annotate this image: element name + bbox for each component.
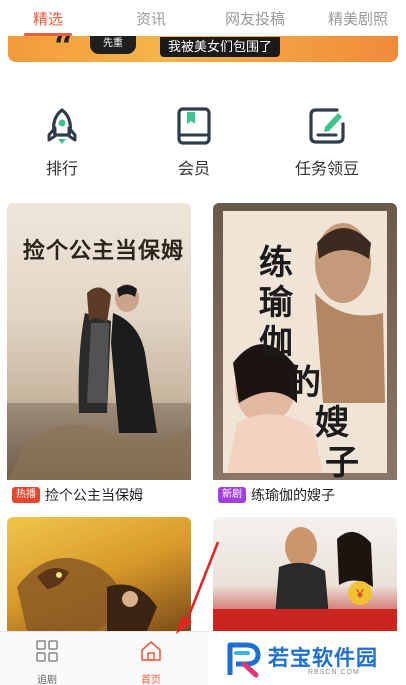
quick-action-ranking[interactable]: 排行	[22, 106, 102, 179]
logo-r-icon	[227, 642, 261, 678]
drama-poster: ￥	[213, 517, 397, 631]
book-icon	[174, 106, 214, 146]
watermark-text: 若宝软件园	[268, 647, 378, 670]
drama-poster: 捡个公主当保姆	[7, 203, 191, 480]
tab-featured[interactable]: 精选	[33, 8, 63, 29]
drama-card[interactable]: 捡个公主当保姆 热播 捡个公主当保姆	[7, 203, 191, 508]
hot-badge: 热播	[12, 487, 40, 503]
home-icon	[141, 641, 161, 661]
quick-action-membership[interactable]: 会员	[154, 106, 234, 179]
card-title: 练瑜伽的嫂子	[251, 487, 335, 503]
promo-banner[interactable]: “ 先重 我被美女们包围了	[8, 36, 398, 62]
nav-item-home[interactable]: 首页	[121, 640, 181, 685]
new-badge: 新剧	[218, 487, 246, 503]
drama-poster	[7, 517, 191, 631]
top-tab-bar: 精选 资讯 网友投稿 精美剧照	[0, 0, 406, 36]
quote-mark-icon: “	[54, 36, 74, 62]
nav-label: 首页	[141, 675, 161, 685]
rocket-icon	[42, 106, 82, 146]
tab-news[interactable]: 资讯	[136, 8, 166, 29]
drama-poster: 练瑜伽的嫂子	[213, 203, 397, 480]
drama-card[interactable]	[7, 517, 191, 631]
card-caption: 新剧 练瑜伽的嫂子	[213, 483, 397, 507]
nav-label: 追剧	[37, 675, 57, 685]
nav-item-following[interactable]: 追剧	[17, 640, 77, 685]
card-title: 捡个公主当保姆	[45, 487, 143, 503]
quick-action-label: 会员	[177, 161, 210, 178]
annotation-arrow-icon	[176, 541, 220, 634]
quick-action-tasks[interactable]: 任务领豆	[287, 106, 367, 179]
watermark-subtext: RBSCN.COM	[308, 669, 360, 676]
card-caption: 热播 捡个公主当保姆	[7, 483, 191, 507]
poster-title: 捡个公主当保姆	[23, 238, 185, 264]
banner-text: 我被美女们包围了	[160, 37, 281, 57]
quick-action-label: 任务领豆	[294, 161, 359, 178]
banner-pill: 先重	[90, 36, 136, 54]
poster-title-vertical: 练瑜伽的嫂子	[259, 243, 359, 480]
tab-user-submissions[interactable]: 网友投稿	[225, 8, 285, 29]
quick-action-label: 排行	[45, 161, 78, 178]
drama-card[interactable]: ￥	[213, 517, 397, 631]
drama-card[interactable]: 练瑜伽的嫂子 新剧 练瑜伽的嫂子	[213, 203, 397, 508]
task-edit-icon	[307, 106, 347, 146]
grid-icon	[36, 640, 58, 662]
svg-text:￥: ￥	[354, 587, 366, 601]
watermark-logo: 若宝软件园 RBSCN.COM	[208, 631, 406, 685]
tab-stills[interactable]: 精美剧照	[328, 8, 388, 29]
